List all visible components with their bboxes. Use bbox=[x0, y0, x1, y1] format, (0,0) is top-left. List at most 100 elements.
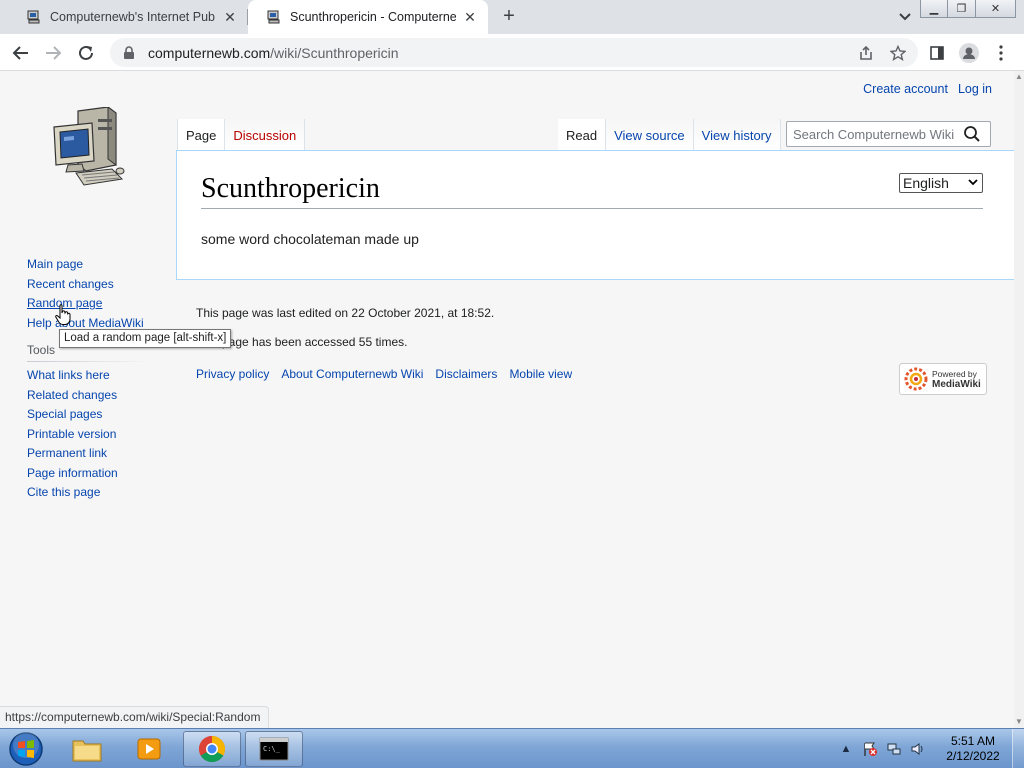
tab-view-source[interactable]: View source bbox=[606, 119, 694, 151]
language-select[interactable]: English bbox=[899, 173, 983, 193]
show-hidden-icons-arrow-icon[interactable]: ▲ bbox=[838, 741, 854, 757]
view-tabs: Read View source View history bbox=[558, 119, 781, 151]
divider bbox=[27, 361, 151, 362]
tab-view-history-label[interactable]: View history bbox=[702, 128, 772, 143]
tool-what-links-here[interactable]: What links here bbox=[27, 368, 110, 382]
namespace-tabs: Page Discussion bbox=[177, 119, 306, 151]
random-page-tooltip: Load a random page [alt-shift-x] bbox=[59, 329, 232, 348]
hand-cursor-icon bbox=[55, 304, 71, 325]
search-icon[interactable] bbox=[963, 125, 981, 143]
tab-discussion[interactable]: Discussion bbox=[225, 119, 306, 151]
address-bar[interactable]: computernewb.com/wiki/Scunthropericin bbox=[110, 38, 918, 67]
powered-by-text: Powered by MediaWiki bbox=[932, 369, 981, 390]
browser-tab-scunthropericin[interactable]: Scunthropericin - Computernewb ✕ bbox=[248, 0, 488, 34]
wiki-logo-computer-icon[interactable] bbox=[48, 107, 128, 193]
nav-help[interactable]: Help about MediaWiki bbox=[27, 316, 144, 330]
tab-page-label[interactable]: Page bbox=[186, 128, 216, 143]
vertical-scrollbar[interactable]: ▲ ▼ bbox=[1014, 71, 1024, 728]
tool-related-changes[interactable]: Related changes bbox=[27, 388, 117, 402]
reload-icon bbox=[79, 45, 93, 60]
footer-disclaimers[interactable]: Disclaimers bbox=[435, 367, 497, 381]
reload-button[interactable] bbox=[74, 41, 98, 65]
computer-favicon-icon bbox=[27, 10, 40, 24]
taskbar-cmd-button[interactable]: C:\_ bbox=[245, 731, 303, 767]
footer-privacy-policy[interactable]: Privacy policy bbox=[196, 367, 269, 381]
volume-icon[interactable] bbox=[910, 741, 926, 757]
action-center-flag-icon[interactable] bbox=[862, 741, 878, 757]
tab-search-chevron-icon[interactable] bbox=[896, 9, 914, 25]
side-panel-icon bbox=[930, 46, 944, 60]
footer-view-count: This page has been accessed 55 times. bbox=[196, 335, 408, 349]
list-item: Special pages bbox=[27, 405, 157, 425]
start-button-windows-icon[interactable] bbox=[4, 731, 48, 767]
list-item: Cite this page bbox=[27, 483, 157, 503]
svg-text:C:\_: C:\_ bbox=[263, 745, 281, 753]
taskbar: C:\_ ▲ 5:51 AM 2/12/2022 bbox=[0, 728, 1024, 768]
tab-page[interactable]: Page bbox=[177, 119, 226, 151]
avatar-icon bbox=[959, 43, 979, 63]
taskbar-media-player-button[interactable] bbox=[120, 731, 178, 767]
tool-printable-version[interactable]: Printable version bbox=[27, 427, 116, 441]
wiki-page: Create account Log in Main page Recent c… bbox=[0, 71, 1014, 728]
log-in-link[interactable]: Log in bbox=[958, 82, 992, 96]
tab-title: Computernewb's Internet Pub Hub bbox=[50, 10, 216, 24]
new-tab-button[interactable]: + bbox=[497, 6, 521, 28]
tab-discussion-label[interactable]: Discussion bbox=[233, 128, 296, 143]
share-button[interactable] bbox=[854, 41, 878, 65]
powered-by-mediawiki-badge[interactable]: Powered by MediaWiki bbox=[899, 363, 987, 395]
footer-mobile-view[interactable]: Mobile view bbox=[509, 367, 572, 381]
nav-main-page[interactable]: Main page bbox=[27, 257, 83, 271]
taskbar-clock[interactable]: 5:51 AM 2/12/2022 bbox=[940, 734, 1006, 764]
page-title: Scunthropericin bbox=[201, 169, 983, 209]
footer-places: Privacy policy About Computernewb Wiki D… bbox=[196, 367, 572, 381]
url-host: computernewb.com bbox=[148, 44, 271, 61]
scroll-up-arrow-icon[interactable]: ▲ bbox=[1015, 73, 1023, 81]
page-footer: This page was last edited on 22 October … bbox=[196, 305, 996, 381]
profile-button[interactable] bbox=[957, 41, 981, 65]
personal-tools: Create account Log in bbox=[863, 82, 992, 96]
footer-about[interactable]: About Computernewb Wiki bbox=[281, 367, 423, 381]
tab-read-label[interactable]: Read bbox=[566, 128, 597, 143]
bookmark-button[interactable] bbox=[886, 41, 910, 65]
chevron-down-icon bbox=[968, 179, 978, 186]
lock-icon[interactable] bbox=[122, 45, 136, 60]
taskbar-chrome-button[interactable] bbox=[183, 731, 241, 767]
sidebar: Main page Recent changes Random page Hel… bbox=[27, 255, 157, 503]
content-area: Scunthropericin English some word chocol… bbox=[176, 150, 1014, 280]
minimize-button[interactable]: ▁ bbox=[920, 0, 948, 18]
forward-button[interactable] bbox=[41, 41, 65, 65]
window-close-button[interactable]: ✕ bbox=[976, 0, 1016, 18]
network-icon[interactable] bbox=[886, 741, 902, 757]
list-item: Page information bbox=[27, 464, 157, 484]
close-tab-icon[interactable]: ✕ bbox=[222, 9, 238, 25]
list-item: Main page bbox=[27, 255, 157, 275]
maximize-button[interactable]: ❐ bbox=[948, 0, 976, 18]
folder-icon bbox=[72, 740, 102, 762]
tab-read[interactable]: Read bbox=[558, 119, 607, 151]
taskbar-explorer-button[interactable] bbox=[58, 731, 116, 767]
create-account-link[interactable]: Create account bbox=[863, 82, 948, 96]
window-controls: ▁ ❐ ✕ bbox=[920, 0, 1016, 18]
url-path: /wiki/Scunthropericin bbox=[270, 44, 399, 61]
search-input[interactable] bbox=[787, 126, 963, 142]
close-tab-icon[interactable]: ✕ bbox=[462, 9, 478, 25]
tab-strip: Computernewb's Internet Pub Hub ✕ Scunth… bbox=[0, 0, 1024, 34]
tab-view-source-label[interactable]: View source bbox=[614, 128, 685, 143]
list-item: Permanent link bbox=[27, 444, 157, 464]
tool-page-information[interactable]: Page information bbox=[27, 466, 118, 480]
tool-cite-this-page[interactable]: Cite this page bbox=[27, 485, 100, 499]
browser-tab-pub-hub[interactable]: Computernewb's Internet Pub Hub ✕ bbox=[8, 0, 248, 34]
tab-view-history[interactable]: View history bbox=[693, 119, 781, 151]
show-desktop-button[interactable] bbox=[1012, 729, 1024, 768]
tool-permanent-link[interactable]: Permanent link bbox=[27, 446, 107, 460]
tool-special-pages[interactable]: Special pages bbox=[27, 407, 102, 421]
nav-recent-changes[interactable]: Recent changes bbox=[27, 277, 114, 291]
tab-title: Scunthropericin - Computernewb bbox=[290, 10, 456, 24]
tools-list: What links here Related changes Special … bbox=[27, 366, 157, 503]
mediawiki-flower-icon bbox=[904, 367, 928, 391]
side-panel-button[interactable] bbox=[925, 41, 949, 65]
scroll-down-arrow-icon[interactable]: ▼ bbox=[1015, 718, 1023, 726]
back-button[interactable] bbox=[9, 41, 33, 65]
browser-menu-button[interactable] bbox=[989, 41, 1013, 65]
status-bar: https://computernewb.com/wiki/Special:Ra… bbox=[0, 706, 270, 728]
